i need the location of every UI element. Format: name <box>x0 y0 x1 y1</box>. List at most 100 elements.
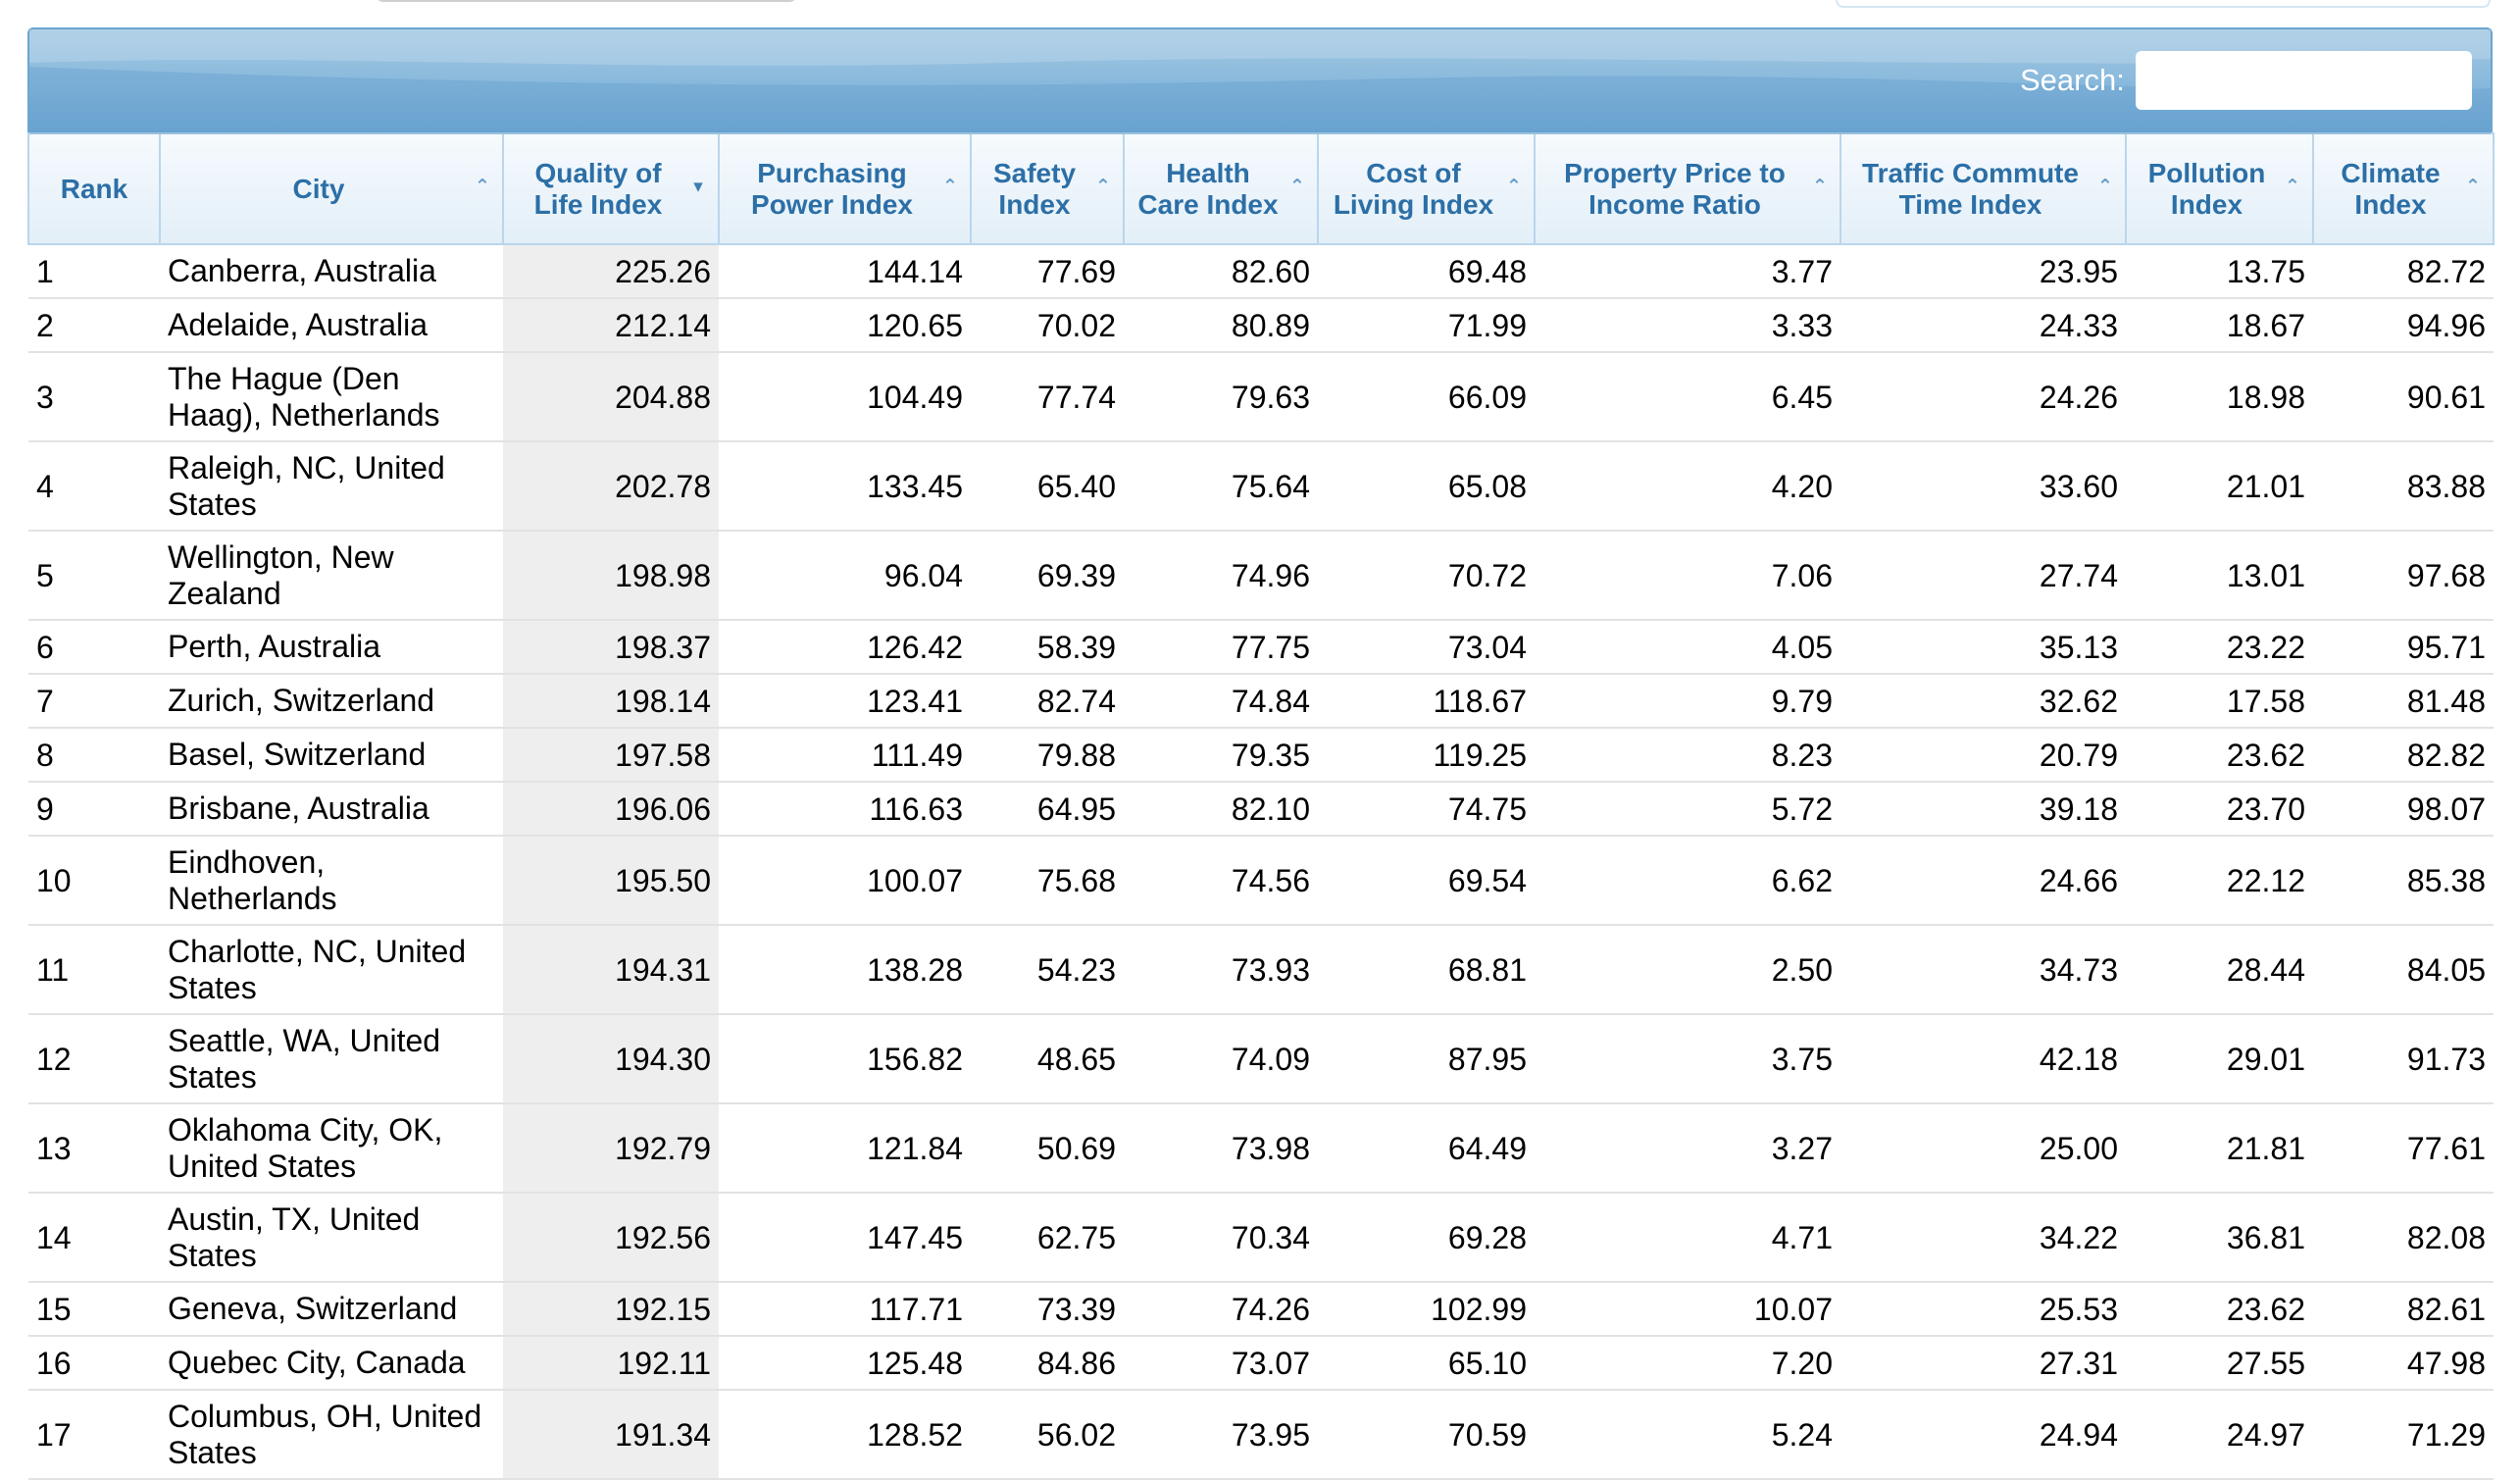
cell-cost-of-living-index: 118.67 <box>1318 674 1535 729</box>
cell-rank: 2 <box>28 298 160 353</box>
cell-quality-of-life-index: 212.14 <box>503 298 719 353</box>
cell-purchasing-power-index: 121.84 <box>719 1103 971 1194</box>
cell-city[interactable]: Wellington, New Zealand <box>160 531 503 621</box>
cell-health-care-index: 73.98 <box>1124 1103 1318 1194</box>
cell-health-care-index: 73.93 <box>1124 925 1318 1015</box>
cell-city[interactable]: Canberra, Australia <box>160 244 503 299</box>
cell-city[interactable]: Austin, TX, United States <box>160 1193 503 1283</box>
cell-city[interactable]: Brisbane, Australia <box>160 782 503 837</box>
column-header-climate-index[interactable]: Climate Index ⌃ <box>2312 132 2495 245</box>
cell-pollution-index: 18.98 <box>2126 352 2313 442</box>
cell-rank: 3 <box>28 352 160 442</box>
cell-safety-index: 65.40 <box>971 441 1124 532</box>
cell-quality-of-life-index: 196.06 <box>503 782 719 837</box>
table-row: 11 Charlotte, NC, United States 194.31 138.… <box>28 925 2494 1015</box>
cell-city[interactable]: Charlotte, NC, United States <box>160 925 503 1015</box>
cell-cost-of-living-index: 119.25 <box>1318 728 1535 783</box>
cell-safety-index: 77.69 <box>971 244 1124 299</box>
column-header-purchasing-power-index[interactable]: Purchasing Power Index ⌃ <box>718 132 972 245</box>
cell-city[interactable]: Geneva, Switzerland <box>160 1282 503 1337</box>
cell-city[interactable]: Quebec City, Canada <box>160 1336 503 1391</box>
cell-city[interactable]: Oklahoma City, OK, United States <box>160 1103 503 1194</box>
search-input[interactable] <box>2136 51 2472 110</box>
column-header-city[interactable]: City ⌃ <box>159 132 504 245</box>
column-header-pollution-index[interactable]: Pollution Index ⌃ <box>2125 132 2314 245</box>
cell-health-care-index: 74.56 <box>1124 836 1318 926</box>
table-header-row: Rank City ⌃ Quality of Life Index ▾ Purcha… <box>27 132 2495 245</box>
cell-health-care-index: 73.07 <box>1124 1336 1318 1391</box>
sort-up-icon: ⌃ <box>1289 177 1305 197</box>
cell-safety-index: 82.74 <box>971 674 1124 729</box>
cell-city[interactable]: Eindhoven, Netherlands <box>160 836 503 926</box>
column-header-label: Rank <box>60 173 128 204</box>
cell-rank: 7 <box>28 674 160 729</box>
cell-cost-of-living-index: 64.49 <box>1318 1103 1535 1194</box>
column-header-label: Safety Index <box>992 157 1077 220</box>
column-header-safety-index[interactable]: Safety Index ⌃ <box>970 132 1125 245</box>
cell-cost-of-living-index: 69.28 <box>1318 1193 1535 1283</box>
cell-purchasing-power-index: 96.04 <box>719 531 971 621</box>
column-header-property-price-to-income-ratio[interactable]: Property Price to Income Ratio ⌃ <box>1534 132 1841 245</box>
cell-pollution-index: 28.44 <box>2126 925 2313 1015</box>
cell-pollution-index: 21.01 <box>2126 441 2313 532</box>
cell-property-price-to-income-ratio: 6.45 <box>1535 352 1840 442</box>
cell-quality-of-life-index: 192.15 <box>503 1282 719 1337</box>
cell-quality-of-life-index: 194.31 <box>503 925 719 1015</box>
cell-traffic-commute-time-index: 34.22 <box>1840 1193 2126 1283</box>
cell-safety-index: 73.39 <box>971 1282 1124 1337</box>
top-right-control[interactable] <box>1836 0 2491 8</box>
column-header-quality-of-life-index[interactable]: Quality of Life Index ▾ <box>502 132 720 245</box>
cell-property-price-to-income-ratio: 7.06 <box>1535 531 1840 621</box>
cell-pollution-index: 13.01 <box>2126 531 2313 621</box>
cell-rank: 15 <box>28 1282 160 1337</box>
cell-traffic-commute-time-index: 34.73 <box>1840 925 2126 1015</box>
cell-city[interactable]: Adelaide, Australia <box>160 298 503 353</box>
cell-property-price-to-income-ratio: 8.23 <box>1535 728 1840 783</box>
cell-climate-index: 95.71 <box>2313 620 2494 675</box>
cell-city[interactable]: Zurich, Switzerland <box>160 674 503 729</box>
cell-pollution-index: 29.01 <box>2126 1014 2313 1104</box>
column-header-health-care-index[interactable]: Health Care Index ⌃ <box>1123 132 1319 245</box>
cell-cost-of-living-index: 68.81 <box>1318 925 1535 1015</box>
table-row: 16 Quebec City, Canada 192.11 125.48 84.86 73… <box>28 1336 2494 1391</box>
cell-city[interactable]: Seattle, WA, United States <box>160 1014 503 1104</box>
column-header-rank[interactable]: Rank <box>27 132 161 245</box>
table-row: 10 Eindhoven, Netherlands 195.50 100.07 75.6… <box>28 836 2494 926</box>
cell-safety-index: 70.02 <box>971 298 1124 353</box>
sort-up-icon: ⌃ <box>2097 177 2113 197</box>
cell-city[interactable]: The Hague (Den Haag), Netherlands <box>160 352 503 442</box>
column-header-traffic-commute-time-index[interactable]: Traffic Commute Time Index ⌃ <box>1840 132 2127 245</box>
cell-city[interactable]: Perth, Australia <box>160 620 503 675</box>
sort-up-icon: ⌃ <box>2285 177 2300 197</box>
cell-city[interactable]: Raleigh, NC, United States <box>160 441 503 532</box>
cell-rank: 17 <box>28 1390 160 1480</box>
display-select[interactable] <box>376 0 797 2</box>
cell-property-price-to-income-ratio: 3.77 <box>1535 244 1840 299</box>
cell-rank: 1 <box>28 244 160 299</box>
cell-traffic-commute-time-index: 24.33 <box>1840 298 2126 353</box>
sort-up-icon: ⌃ <box>1095 177 1111 197</box>
cell-purchasing-power-index: 144.14 <box>719 244 971 299</box>
column-header-label: Climate Index <box>2341 157 2441 220</box>
cell-rank: 13 <box>28 1103 160 1194</box>
column-header-label: Health Care Index <box>1137 157 1279 220</box>
column-header-cost-of-living-index[interactable]: Cost of Living Index ⌃ <box>1317 132 1536 245</box>
cell-pollution-index: 21.81 <box>2126 1103 2313 1194</box>
cell-health-care-index: 73.95 <box>1124 1390 1318 1480</box>
cell-climate-index: 91.73 <box>2313 1014 2494 1104</box>
cell-city[interactable]: Basel, Switzerland <box>160 728 503 783</box>
table-row: 12 Seattle, WA, United States 194.30 156.82… <box>28 1014 2494 1104</box>
column-header-label: Pollution Index <box>2147 157 2266 220</box>
table-row: 8 Basel, Switzerland 197.58 111.49 79.88 79.3… <box>28 728 2494 783</box>
cell-climate-index: 90.61 <box>2313 352 2494 442</box>
cell-traffic-commute-time-index: 39.18 <box>1840 782 2126 837</box>
table-row: 1 Canberra, Australia 225.26 144.14 77.69 82.… <box>28 244 2494 299</box>
cell-quality-of-life-index: 191.34 <box>503 1390 719 1480</box>
sort-down-icon: ▾ <box>693 177 703 197</box>
cell-property-price-to-income-ratio: 4.71 <box>1535 1193 1840 1283</box>
cell-purchasing-power-index: 116.63 <box>719 782 971 837</box>
cell-cost-of-living-index: 66.09 <box>1318 352 1535 442</box>
cell-purchasing-power-index: 128.52 <box>719 1390 971 1480</box>
cell-city[interactable]: Columbus, OH, United States <box>160 1390 503 1480</box>
cell-purchasing-power-index: 123.41 <box>719 674 971 729</box>
